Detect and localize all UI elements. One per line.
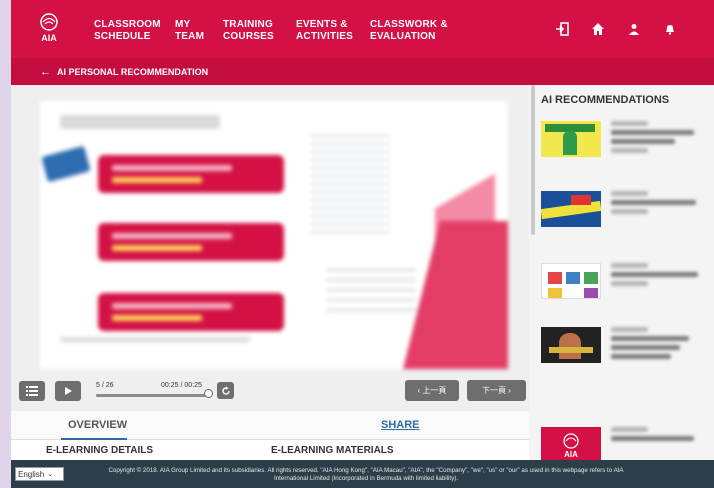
- recommendation-thumbnail[interactable]: [541, 263, 601, 299]
- slide-text-block: [310, 129, 390, 239]
- nav-icons: [554, 21, 678, 37]
- next-page-button[interactable]: 下一頁 ›: [467, 380, 526, 401]
- user-icon[interactable]: [626, 21, 642, 37]
- aia-logo[interactable]: AIA: [31, 11, 67, 47]
- slide-image: [40, 101, 508, 369]
- copyright-text: Copyright © 2018. AIA Group Limited and …: [108, 467, 624, 482]
- sub-header: ← AI PERSONAL RECOMMENDATION: [11, 58, 714, 85]
- player-controls: 5 / 26 00:25 / 00:25 ‹ 上一頁 下一頁 ›: [11, 375, 529, 411]
- footer: English ⌄ Copyright © 2018. AIA Group Li…: [11, 460, 714, 488]
- recommendation-text-blur: [611, 121, 703, 161]
- prev-page-button[interactable]: ‹ 上一頁: [405, 380, 459, 401]
- time-counter: 00:25 / 00:25: [161, 382, 202, 389]
- slide-text-lines: [326, 261, 416, 311]
- nav-my-team[interactable]: MY TEAM: [175, 19, 204, 43]
- back-arrow-icon[interactable]: ←: [40, 66, 51, 78]
- section-elearning-details: E-LEARNING DETAILS: [46, 445, 154, 456]
- nav-classwork-evaluation[interactable]: CLASSWORK & EVALUATION: [370, 19, 448, 43]
- slide-card: [98, 223, 284, 261]
- top-nav: AIA CLASSROOM SCHEDULE MY TEAM TRAINING …: [11, 0, 714, 58]
- recommendation-text-blur: [611, 263, 703, 303]
- progress-fill: [96, 394, 209, 397]
- tab-overview[interactable]: OVERVIEW: [68, 419, 127, 431]
- chevron-down-icon: ⌄: [47, 471, 54, 478]
- logout-icon[interactable]: [554, 21, 570, 37]
- slide-decoration: [400, 221, 508, 369]
- nav-events-activities[interactable]: EVENTS & ACTIVITIES: [296, 19, 353, 43]
- logo-text: AIA: [41, 33, 57, 43]
- recommendation-item[interactable]: [541, 327, 711, 387]
- progress-bar[interactable]: [96, 394, 209, 397]
- slide-viewer: [11, 85, 529, 375]
- recommendation-text-blur: [611, 191, 703, 231]
- slide-footnote: [60, 337, 250, 342]
- sidebar-title: AI RECOMMENDATIONS: [541, 94, 670, 106]
- bell-icon[interactable]: [662, 21, 678, 37]
- replay-button[interactable]: [217, 382, 234, 399]
- recommendation-item[interactable]: [541, 121, 711, 181]
- thumb-logo-text: AIA: [564, 450, 578, 459]
- language-value: English: [18, 469, 45, 479]
- slide-badge: [41, 145, 91, 183]
- recommendation-item[interactable]: [541, 263, 711, 323]
- content-tabs: OVERVIEW SHARE: [11, 411, 529, 440]
- section-headings: E-LEARNING DETAILS E-LEARNING MATERIALS: [11, 440, 529, 460]
- recommendation-thumbnail[interactable]: [541, 327, 601, 363]
- replay-icon: [221, 386, 230, 395]
- recommendation-thumbnail[interactable]: [541, 191, 601, 227]
- nav-classroom-schedule[interactable]: CLASSROOM SCHEDULE: [94, 19, 161, 43]
- nav-training-courses[interactable]: TRAINING COURSES: [223, 19, 274, 43]
- slide-card: [98, 155, 284, 193]
- play-button[interactable]: [55, 381, 81, 401]
- slide-title-blur: [60, 115, 220, 129]
- list-icon: [26, 386, 38, 396]
- page-counter: 5 / 26: [96, 382, 114, 389]
- tab-share[interactable]: SHARE: [381, 419, 420, 431]
- app-frame: AIA CLASSROOM SCHEDULE MY TEAM TRAINING …: [11, 0, 714, 488]
- main-content: 5 / 26 00:25 / 00:25 ‹ 上一頁 下一頁 › OVERVIE…: [11, 85, 714, 475]
- play-icon: [65, 387, 72, 395]
- language-select[interactable]: English ⌄: [15, 467, 64, 481]
- home-icon[interactable]: [590, 21, 606, 37]
- progress-knob[interactable]: [204, 389, 213, 398]
- section-elearning-materials: E-LEARNING MATERIALS: [271, 445, 394, 456]
- recommendation-text-blur: [611, 327, 703, 367]
- slide-card: [98, 293, 284, 331]
- page-title: AI PERSONAL RECOMMENDATION: [57, 66, 209, 77]
- slide-list-button[interactable]: [19, 381, 45, 401]
- recommendation-thumbnail[interactable]: [541, 121, 601, 157]
- recommendations-sidebar: AI RECOMMENDATIONS AIA: [535, 85, 714, 475]
- recommendation-item[interactable]: [541, 191, 711, 251]
